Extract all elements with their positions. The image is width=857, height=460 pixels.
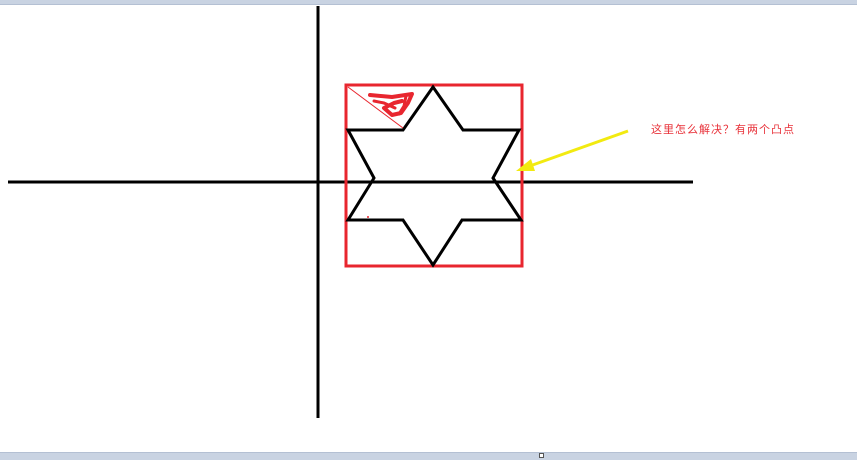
bottom-frame-bar — [0, 452, 857, 460]
star-outline — [345, 84, 524, 268]
red-scribble-mark — [368, 92, 414, 117]
annotation-text: 这里怎么解决？有两个凸点 — [651, 123, 795, 136]
drawing-canvas: 这里怎么解决？有两个凸点 — [0, 0, 857, 460]
arrow-left-icon — [516, 129, 629, 171]
drawing-svg — [8, 6, 693, 418]
red-dot — [367, 216, 369, 218]
resize-handle[interactable] — [539, 453, 544, 458]
